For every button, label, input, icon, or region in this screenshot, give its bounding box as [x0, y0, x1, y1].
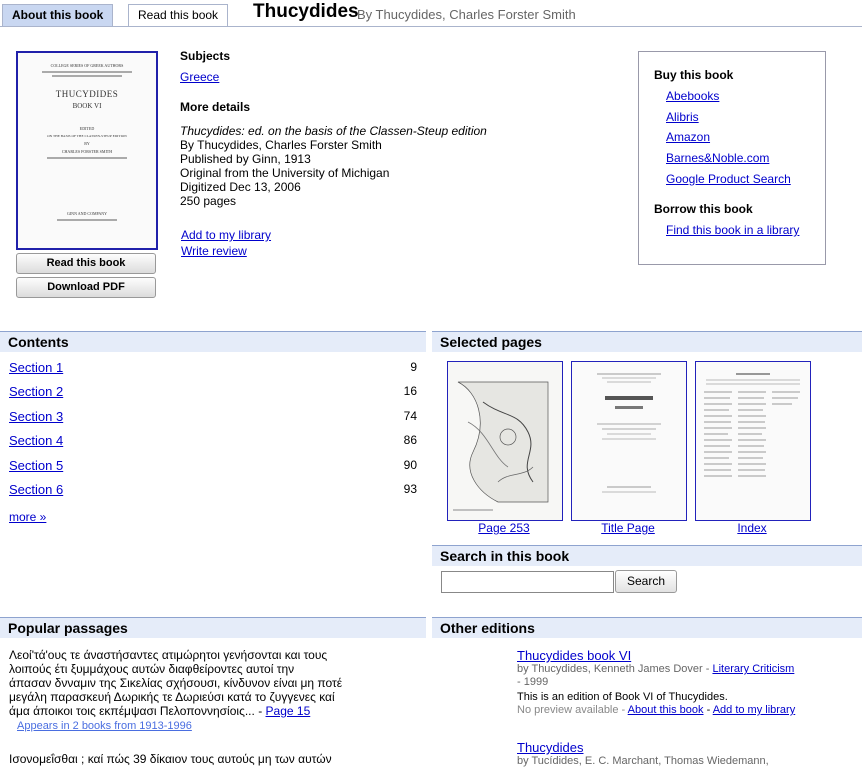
page-caption-index[interactable]: Index	[695, 521, 809, 535]
popular-passages-heading: Popular passages	[0, 617, 426, 638]
borrow-heading: Borrow this book	[654, 202, 753, 216]
tab-read[interactable]: Read this book	[128, 4, 229, 26]
toc-section-link[interactable]: Section 3	[9, 409, 63, 424]
edition-about-link[interactable]: About this book	[628, 704, 704, 716]
toc-page-number: 9	[410, 360, 417, 374]
add-to-library-link[interactable]: Add to my library	[181, 228, 271, 242]
edition-subject-link[interactable]: Literary Criticism	[712, 663, 794, 675]
search-input[interactable]	[441, 571, 614, 593]
search-button[interactable]: Search	[615, 570, 677, 593]
toc-page-number: 93	[403, 482, 417, 496]
toc-page-number: 86	[403, 433, 417, 447]
toc-section-link[interactable]: Section 5	[9, 458, 63, 473]
edition-separator: -	[703, 704, 713, 716]
tab-about[interactable]: About this book	[2, 4, 114, 26]
cover-book: BOOK VI	[72, 102, 102, 110]
cover-edited: EDITED	[79, 126, 95, 131]
cover-series: COLLEGE SERIES OF GREEK AUTHORS	[50, 63, 124, 68]
passage-last-line: άμα άποικοι τοις εκπέμψασι Πελοποννησίοι…	[9, 704, 255, 718]
contents-heading: Contents	[0, 331, 426, 352]
details-pages: 250 pages	[180, 194, 237, 208]
details-original: Original from the University of Michigan	[180, 166, 390, 180]
download-pdf-button[interactable]: Download PDF	[16, 277, 156, 298]
page-thumbnail-index[interactable]	[695, 361, 811, 521]
read-this-book-button[interactable]: Read this book	[16, 253, 156, 274]
edition-item: Thucydides by Tucídides, E. C. Marchant,…	[517, 740, 857, 768]
edition-title-link[interactable]: Thucydides	[517, 740, 583, 755]
details-heading: More details	[180, 100, 251, 114]
edition-authors: by Tucídides, E. C. Marchant, Thomas Wie…	[517, 755, 769, 767]
subjects-heading: Subjects	[180, 49, 231, 63]
toc-row: Section 4 86	[9, 433, 417, 448]
search-heading: Search in this book	[432, 545, 862, 566]
page-thumbnail-map[interactable]	[447, 361, 563, 521]
passage-line: λοιπούς έτι ξυμμάχους αυτών διαφθείροντε…	[9, 662, 295, 676]
popular-passage: Ισονομεΐσθαι ; καί πώς 39 δίκαιον τους α…	[9, 752, 419, 766]
buy-link-alibris[interactable]: Alibris	[666, 110, 699, 124]
cover-editor: CHARLES FORSTER SMITH	[61, 149, 113, 154]
book-cover[interactable]: COLLEGE SERIES OF GREEK AUTHORS THUCYDID…	[16, 51, 158, 250]
toc-section-link[interactable]: Section 4	[9, 433, 63, 448]
details-edition: Thucydides: ed. on the basis of the Clas…	[180, 124, 487, 138]
details-published: Published by Ginn, 1913	[180, 152, 311, 166]
passage-line: μεγάλη παρασκευή Δωρικής τε Δωριεύσι κατ…	[9, 690, 335, 704]
toc-row: Section 3 74	[9, 409, 417, 424]
page-caption-title-page[interactable]: Title Page	[571, 521, 685, 535]
toc-row: Section 5 90	[9, 458, 417, 473]
buy-box: Buy this book Abebooks Alibris Amazon Ba…	[638, 51, 826, 265]
passage-line: Ισονομεΐσθαι ; καί πώς 39 δίκαιον τους α…	[9, 752, 332, 766]
passage-separator: -	[254, 704, 266, 718]
book-title: Thucydides	[253, 1, 359, 22]
cover-title: THUCYDIDES	[55, 89, 119, 99]
selected-pages-heading: Selected pages	[432, 331, 862, 352]
buy-heading: Buy this book	[654, 68, 734, 82]
toc-page-number: 74	[403, 409, 417, 423]
edition-item: Thucydides book VI by Thucydides, Kennet…	[517, 648, 857, 717]
edition-no-preview: No preview available -	[517, 704, 628, 716]
toc-row: Section 1 9	[9, 360, 417, 375]
write-review-link[interactable]: Write review	[181, 244, 247, 258]
cover-note: ON THE BASIS OF THE CLASSEN-STEUP EDITIO…	[47, 134, 127, 138]
details-authors: By Thucydides, Charles Forster Smith	[180, 138, 382, 152]
details-block: Thucydides: ed. on the basis of the Clas…	[180, 124, 487, 208]
toc-page-number: 16	[403, 384, 417, 398]
page-caption-page-253[interactable]: Page 253	[447, 521, 561, 535]
buy-link-amazon[interactable]: Amazon	[666, 130, 710, 144]
book-byline: By Thucydides, Charles Forster Smith	[357, 7, 576, 22]
passage-page-link[interactable]: Page 15	[266, 704, 311, 718]
passage-line: άμα άποικοι τοις εκπέμψασι Πελοποννησίοι…	[9, 704, 419, 718]
edition-add-library-link[interactable]: Add to my library	[713, 704, 796, 716]
passage-appears-link[interactable]: Appears in 2 books from 1913-1996	[17, 720, 192, 732]
toc-section-link[interactable]: Section 6	[9, 482, 63, 497]
cover-publisher: GINN AND COMPANY	[66, 211, 108, 216]
buy-link-barnes-noble[interactable]: Barnes&Noble.com	[666, 151, 769, 165]
toc-section-link[interactable]: Section 2	[9, 384, 63, 399]
find-in-library-link[interactable]: Find this book in a library	[666, 223, 799, 237]
edition-title-link[interactable]: Thucydides book VI	[517, 648, 631, 663]
subject-link-greece[interactable]: Greece	[180, 70, 219, 84]
buy-link-google-product-search[interactable]: Google Product Search	[666, 172, 791, 186]
toc-row: Section 6 93	[9, 482, 417, 497]
toc-section-link[interactable]: Section 1	[9, 360, 63, 375]
edition-year: - 1999	[517, 676, 549, 688]
tab-bar: About this book Read this book Thucydide…	[0, 0, 862, 27]
edition-authors: by Thucydides, Kenneth James Dover -	[517, 663, 713, 675]
passage-line: άπασαν δνναμιν της Σικελίας σχήσουσι, κί…	[9, 676, 343, 690]
toc-row: Section 2 16	[9, 384, 417, 399]
popular-passage: Λεοί'τά'ους τε άναστήσαντες ατιμώρητοι γ…	[9, 648, 419, 733]
edition-description: This is an edition of Book VI of Thucydi…	[517, 691, 728, 703]
contents-more-link[interactable]: more »	[9, 510, 46, 524]
buy-link-abebooks[interactable]: Abebooks	[666, 89, 719, 103]
other-editions-heading: Other editions	[432, 617, 862, 638]
page-thumbnail-title[interactable]	[571, 361, 687, 521]
passage-line: Λεοί'τά'ους τε άναστήσαντες ατιμώρητοι γ…	[9, 648, 328, 662]
cover-by: BY	[84, 141, 90, 146]
details-digitized: Digitized Dec 13, 2006	[180, 180, 301, 194]
toc-page-number: 90	[403, 458, 417, 472]
